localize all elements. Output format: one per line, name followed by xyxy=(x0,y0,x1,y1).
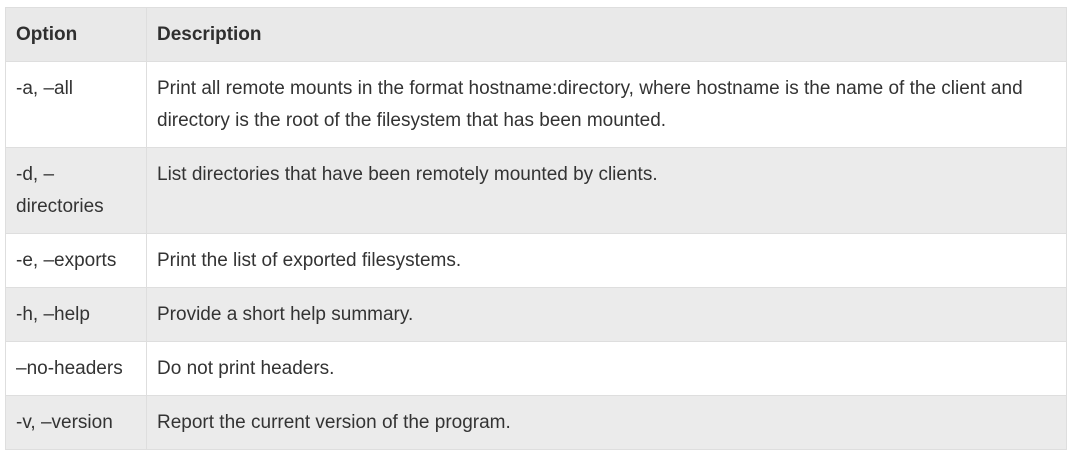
option-cell: -a, –all xyxy=(5,61,147,148)
description-cell: Provide a short help summary. xyxy=(146,287,1067,342)
option-cell: -h, –help xyxy=(5,287,147,342)
header-description: Description xyxy=(146,7,1067,62)
table-row: -v, –version Report the current version … xyxy=(5,395,1067,450)
options-table-container: Option Description -a, –all Print all re… xyxy=(5,7,1067,450)
table-row: -h, –help Provide a short help summary. xyxy=(5,287,1067,342)
description-cell: Print all remote mounts in the format ho… xyxy=(146,61,1067,148)
description-cell: Do not print headers. xyxy=(146,341,1067,396)
description-cell: Report the current version of the progra… xyxy=(146,395,1067,450)
table-header-row: Option Description xyxy=(5,7,1067,62)
option-cell: -e, –exports xyxy=(5,233,147,288)
table-row: -d, –directories List directories that h… xyxy=(5,147,1067,234)
description-cell: List directories that have been remotely… xyxy=(146,147,1067,234)
option-cell: –no-headers xyxy=(5,341,147,396)
options-table: Option Description -a, –all Print all re… xyxy=(5,7,1067,450)
option-cell: -d, –directories xyxy=(5,147,147,234)
table-row: –no-headers Do not print headers. xyxy=(5,341,1067,396)
description-cell: Print the list of exported filesystems. xyxy=(146,233,1067,288)
table-row: -a, –all Print all remote mounts in the … xyxy=(5,61,1067,148)
header-option: Option xyxy=(5,7,147,62)
option-cell: -v, –version xyxy=(5,395,147,450)
table-row: -e, –exports Print the list of exported … xyxy=(5,233,1067,288)
